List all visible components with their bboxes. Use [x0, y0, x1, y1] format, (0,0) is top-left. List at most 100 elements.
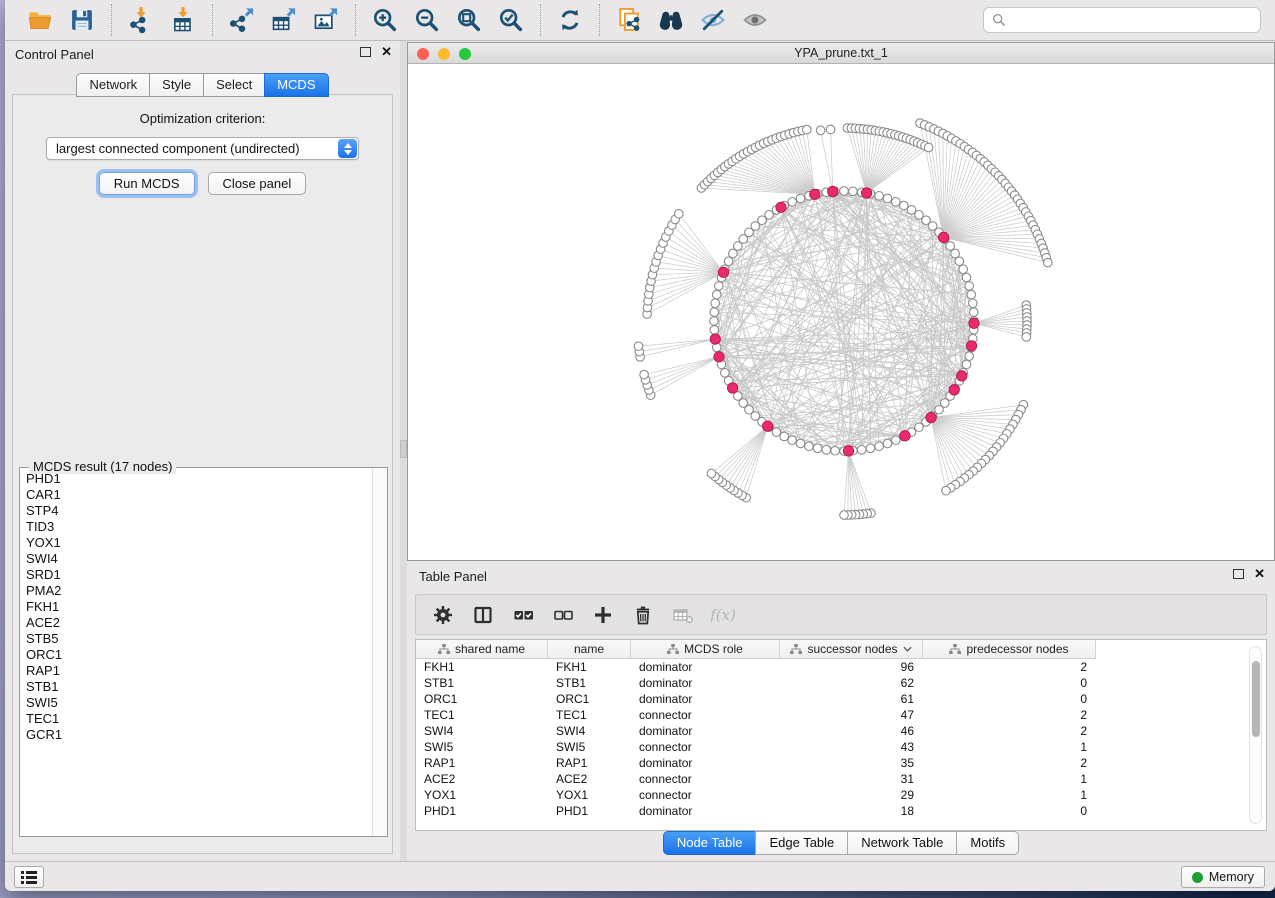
panel-splitter[interactable] [400, 41, 407, 861]
table-cell[interactable]: 18 [780, 803, 923, 819]
zoom-selected-button[interactable] [490, 4, 532, 36]
refresh-button[interactable] [549, 4, 591, 36]
network-canvas[interactable] [408, 64, 1274, 560]
table-row[interactable]: SWI5SWI5connector431 [416, 739, 1096, 755]
table-cell[interactable]: 62 [780, 675, 923, 691]
float-table-panel-icon[interactable] [1233, 569, 1244, 579]
zoom-out-button[interactable] [406, 4, 448, 36]
mcds-result-item[interactable]: TID3 [26, 519, 369, 535]
table-cell[interactable]: YOX1 [416, 787, 548, 803]
mcds-result-item[interactable]: STB5 [26, 631, 369, 647]
mcds-result-item[interactable]: FKH1 [26, 599, 369, 615]
table-cell[interactable]: 46 [780, 723, 923, 739]
table-cell[interactable]: 2 [923, 707, 1096, 723]
network-window-titlebar[interactable]: YPA_prune.txt_1 [408, 43, 1274, 64]
export-table-button[interactable] [263, 4, 305, 36]
zoom-fit-button[interactable] [448, 4, 490, 36]
mcds-result-item[interactable]: PMA2 [26, 583, 369, 599]
table-row[interactable]: ACE2ACE2connector311 [416, 771, 1096, 787]
gear-button[interactable] [430, 602, 456, 628]
tab-motifs[interactable]: Motifs [956, 831, 1019, 855]
mcds-result-item[interactable]: GCR1 [26, 727, 369, 743]
table-cell[interactable]: dominator [631, 675, 780, 691]
table-cell[interactable]: FKH1 [548, 659, 631, 675]
table-cell[interactable]: 1 [923, 771, 1096, 787]
column-header-predecessor-nodes[interactable]: predecessor nodes [923, 640, 1096, 658]
tab-edge-table[interactable]: Edge Table [755, 831, 847, 855]
table-cell[interactable]: 2 [923, 755, 1096, 771]
network-graph[interactable] [408, 64, 1274, 560]
table-cell[interactable]: dominator [631, 691, 780, 707]
hide-selected-button[interactable] [692, 4, 734, 36]
table-cell[interactable]: TEC1 [416, 707, 548, 723]
column-header-shared-name[interactable]: shared name [416, 640, 548, 658]
zoom-in-button[interactable] [364, 4, 406, 36]
export-network-button[interactable] [221, 4, 263, 36]
close-panel-button[interactable]: Close panel [208, 172, 307, 195]
table-row[interactable]: RAP1RAP1dominator352 [416, 755, 1096, 771]
table-cell[interactable]: 29 [780, 787, 923, 803]
table-cell[interactable]: 35 [780, 755, 923, 771]
import-network-button[interactable] [120, 4, 162, 36]
search-field[interactable] [983, 7, 1261, 33]
mcds-result-item[interactable]: ACE2 [26, 615, 369, 631]
export-image-button[interactable] [305, 4, 347, 36]
save-button[interactable] [61, 4, 103, 36]
table-cell[interactable]: 2 [923, 723, 1096, 739]
mcds-result-item[interactable]: STB1 [26, 679, 369, 695]
table-cell[interactable]: SWI5 [416, 739, 548, 755]
table-cell[interactable]: dominator [631, 723, 780, 739]
select-all-button[interactable] [510, 602, 536, 628]
table-cell[interactable]: 0 [923, 691, 1096, 707]
table-cell[interactable]: RAP1 [548, 755, 631, 771]
mcds-result-item[interactable]: SWI4 [26, 551, 369, 567]
memory-button[interactable]: Memory [1181, 866, 1265, 888]
table-cell[interactable]: 61 [780, 691, 923, 707]
table-cell[interactable]: PHD1 [416, 803, 548, 819]
tab-mcds[interactable]: MCDS [264, 73, 328, 97]
mcds-result-item[interactable]: STP4 [26, 503, 369, 519]
task-history-button[interactable] [14, 866, 44, 888]
table-cell[interactable]: ORC1 [416, 691, 548, 707]
table-cell[interactable]: RAP1 [416, 755, 548, 771]
table-cell[interactable]: dominator [631, 659, 780, 675]
table-cell[interactable]: STB1 [416, 675, 548, 691]
tab-network[interactable]: Network [76, 73, 149, 97]
table-cell[interactable]: 1 [923, 739, 1096, 755]
table-row[interactable]: TEC1TEC1connector472 [416, 707, 1096, 723]
delete-columns-button[interactable] [630, 602, 656, 628]
criterion-dropdown[interactable]: largest connected component (undirected) [46, 137, 359, 160]
table-cell[interactable]: 2 [923, 659, 1096, 675]
result-list-scrollbar[interactable] [372, 468, 387, 836]
float-panel-icon[interactable] [360, 47, 371, 57]
tab-style[interactable]: Style [149, 73, 203, 97]
tab-network-table[interactable]: Network Table [847, 831, 956, 855]
table-cell[interactable]: FKH1 [416, 659, 548, 675]
run-mcds-button[interactable]: Run MCDS [99, 172, 195, 195]
table-cell[interactable]: 43 [780, 739, 923, 755]
table-cell[interactable]: 0 [923, 675, 1096, 691]
table-cell[interactable]: 96 [780, 659, 923, 675]
column-header-name[interactable]: name [548, 640, 631, 658]
tab-select[interactable]: Select [203, 73, 264, 97]
import-table-button[interactable] [162, 4, 204, 36]
table-scrollbar-thumb[interactable] [1252, 661, 1260, 737]
table-cell[interactable]: ORC1 [548, 691, 631, 707]
column-header-successor-nodes[interactable]: successor nodes [780, 640, 923, 658]
table-cell[interactable]: connector [631, 771, 780, 787]
table-cell[interactable]: dominator [631, 755, 780, 771]
mcds-result-item[interactable]: SRD1 [26, 567, 369, 583]
table-cell[interactable]: SWI4 [548, 723, 631, 739]
mcds-result-item[interactable]: TEC1 [26, 711, 369, 727]
table-cell[interactable]: 1 [923, 787, 1096, 803]
table-cell[interactable]: SWI4 [416, 723, 548, 739]
table-cell[interactable]: ACE2 [548, 771, 631, 787]
show-all-button[interactable] [734, 4, 776, 36]
table-cell[interactable]: 47 [780, 707, 923, 723]
table-cell[interactable]: connector [631, 707, 780, 723]
add-column-button[interactable] [590, 602, 616, 628]
tab-node-table[interactable]: Node Table [663, 831, 756, 855]
table-scrollbar[interactable] [1249, 646, 1262, 824]
clone-network-button[interactable] [608, 4, 650, 36]
table-row[interactable]: YOX1YOX1connector291 [416, 787, 1096, 803]
